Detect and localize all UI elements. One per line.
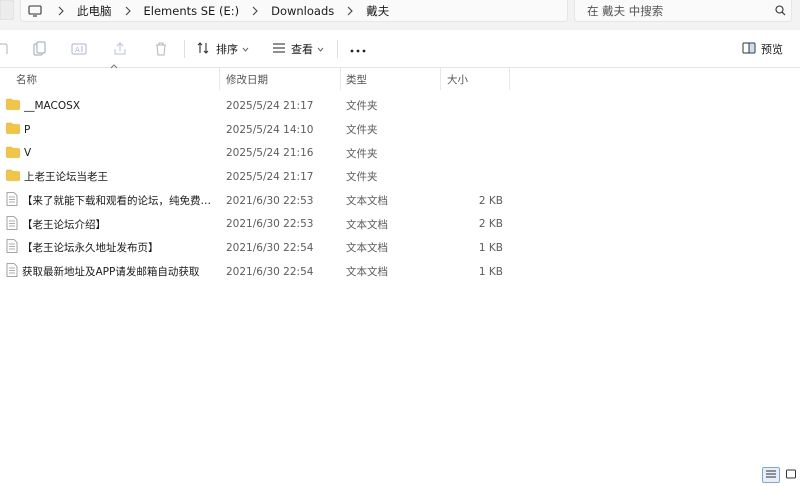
chevron-right-icon[interactable] — [49, 6, 73, 16]
file-name: 上老王论坛当老王 — [24, 171, 108, 184]
file-size — [446, 118, 503, 142]
column-divider[interactable] — [440, 68, 441, 90]
file-row[interactable]: 【来了就能下载和观看的论坛，纯免费！... 2021/6/30 22:53 文本… — [0, 189, 800, 213]
file-row[interactable]: P 2025/5/24 14:10 文件夹 — [0, 118, 800, 142]
file-date: 2025/5/24 14:10 — [226, 123, 314, 136]
chevron-right-icon[interactable] — [338, 6, 362, 16]
file-size — [446, 141, 503, 165]
rename-icon[interactable]: A — [71, 39, 87, 59]
preview-pane-icon — [742, 42, 756, 57]
file-size: 2 KB — [478, 194, 503, 207]
file-date: 2021/6/30 22:54 — [226, 241, 314, 254]
file-size — [446, 165, 503, 189]
file-type: 文本文档 — [346, 266, 388, 279]
column-divider[interactable] — [509, 68, 510, 90]
column-header-date[interactable]: 修改日期 — [226, 68, 268, 90]
folder-icon — [6, 169, 20, 184]
large-icons-view-icon — [785, 469, 797, 482]
breadcrumb-this-pc[interactable]: 此电脑 — [73, 3, 116, 19]
text-file-icon — [6, 263, 18, 280]
column-divider[interactable] — [340, 68, 341, 90]
file-name: P — [24, 123, 31, 136]
file-type: 文件夹 — [346, 100, 378, 113]
search-input[interactable]: 在 戴夫 中搜索 — [574, 0, 792, 22]
file-name: 【来了就能下载和观看的论坛，纯免费！... — [22, 195, 218, 208]
toolbar-divider — [184, 40, 185, 58]
sort-icon — [197, 41, 211, 58]
copy-icon[interactable] — [32, 39, 48, 59]
view-button[interactable]: 查看 — [272, 39, 324, 59]
file-date: 2025/5/24 21:17 — [226, 99, 314, 112]
address-bar[interactable]: 此电脑 Elements SE (E:) Downloads 戴夫 — [20, 0, 568, 22]
column-header-row: 名称 修改日期 类型 大小 — [0, 68, 800, 90]
file-size: 1 KB — [478, 241, 503, 254]
file-row[interactable]: 获取最新地址及APP请发邮箱自动获取 2021/6/30 22:54 文本文档 … — [0, 260, 800, 284]
file-type: 文本文档 — [346, 242, 388, 255]
view-label: 查看 — [291, 43, 313, 56]
file-list: __MACOSX 2025/5/24 21:17 文件夹 P 2025/5/24… — [0, 94, 800, 284]
column-header-type[interactable]: 类型 — [346, 68, 367, 90]
chevron-down-icon — [317, 45, 324, 54]
large-icons-view-button[interactable] — [782, 467, 800, 483]
file-type: 文本文档 — [346, 218, 388, 231]
file-row[interactable]: __MACOSX 2025/5/24 21:17 文件夹 — [0, 94, 800, 118]
file-row[interactable]: 上老王论坛当老王 2025/5/24 21:17 文件夹 — [0, 165, 800, 189]
computer-icon[interactable] — [21, 4, 49, 17]
more-options-button[interactable] — [350, 39, 366, 59]
sort-button[interactable]: 排序 — [197, 39, 249, 59]
more-icon — [350, 43, 366, 56]
file-name: 获取最新地址及APP请发邮箱自动获取 — [22, 266, 200, 279]
folder-icon — [6, 98, 20, 113]
folder-icon — [6, 122, 20, 137]
preview-button[interactable]: 预览 — [742, 39, 783, 59]
breadcrumb-downloads[interactable]: Downloads — [267, 4, 338, 18]
delete-icon[interactable] — [153, 39, 169, 59]
column-header-size[interactable]: 大小 — [447, 68, 468, 90]
new-button[interactable] — [0, 39, 8, 59]
chevron-right-icon[interactable] — [243, 6, 267, 16]
column-header-name[interactable]: 名称 — [16, 68, 37, 90]
file-size — [446, 94, 503, 118]
breadcrumb-drive[interactable]: Elements SE (E:) — [140, 4, 244, 18]
details-view-icon — [765, 469, 777, 482]
file-date: 2025/5/24 21:17 — [226, 170, 314, 183]
text-file-icon — [6, 239, 18, 256]
file-date: 2021/6/30 22:53 — [226, 194, 314, 207]
file-name: V — [24, 147, 32, 160]
refresh-button[interactable] — [0, 0, 15, 21]
file-type: 文件夹 — [346, 171, 378, 184]
toolbar-divider — [337, 40, 338, 58]
file-type: 文本文档 — [346, 195, 388, 208]
file-name: 【老王论坛介绍】 — [22, 218, 106, 231]
file-row[interactable]: 【老王论坛介绍】 2021/6/30 22:53 文本文档 2 KB — [0, 212, 800, 236]
sort-label: 排序 — [216, 43, 238, 56]
file-size: 2 KB — [478, 218, 503, 231]
text-file-icon — [6, 215, 18, 233]
search-placeholder: 在 戴夫 中搜索 — [587, 3, 664, 18]
view-list-icon — [272, 41, 286, 58]
share-icon[interactable] — [112, 39, 128, 59]
text-file-icon — [6, 192, 18, 209]
folder-icon — [6, 146, 20, 161]
svg-text:A: A — [75, 46, 80, 54]
file-type: 文件夹 — [346, 124, 378, 137]
address-row: 此电脑 Elements SE (E:) Downloads 戴夫 在 戴夫 中… — [0, 0, 800, 30]
column-divider[interactable] — [219, 68, 220, 90]
file-size: 1 KB — [478, 265, 503, 278]
command-bar: A 排序 查看 预览 — [0, 30, 800, 68]
chevron-down-icon — [242, 45, 249, 54]
chevron-right-icon[interactable] — [116, 6, 140, 16]
file-date: 2025/5/24 21:16 — [226, 147, 314, 160]
file-row[interactable]: 【老王论坛永久地址发布页】 2021/6/30 22:54 文本文档 1 KB — [0, 236, 800, 260]
file-type: 文件夹 — [346, 147, 378, 160]
search-icon[interactable] — [769, 5, 791, 16]
details-view-button[interactable] — [762, 467, 780, 483]
breadcrumb-current-folder[interactable]: 戴夫 — [362, 3, 393, 19]
file-row[interactable]: V 2025/5/24 21:16 文件夹 — [0, 141, 800, 165]
file-date: 2021/6/30 22:54 — [226, 265, 314, 278]
file-date: 2021/6/30 22:53 — [226, 218, 314, 231]
file-name: __MACOSX — [24, 99, 81, 112]
file-name: 【老王论坛永久地址发布页】 — [22, 242, 159, 255]
preview-label: 预览 — [761, 43, 783, 56]
